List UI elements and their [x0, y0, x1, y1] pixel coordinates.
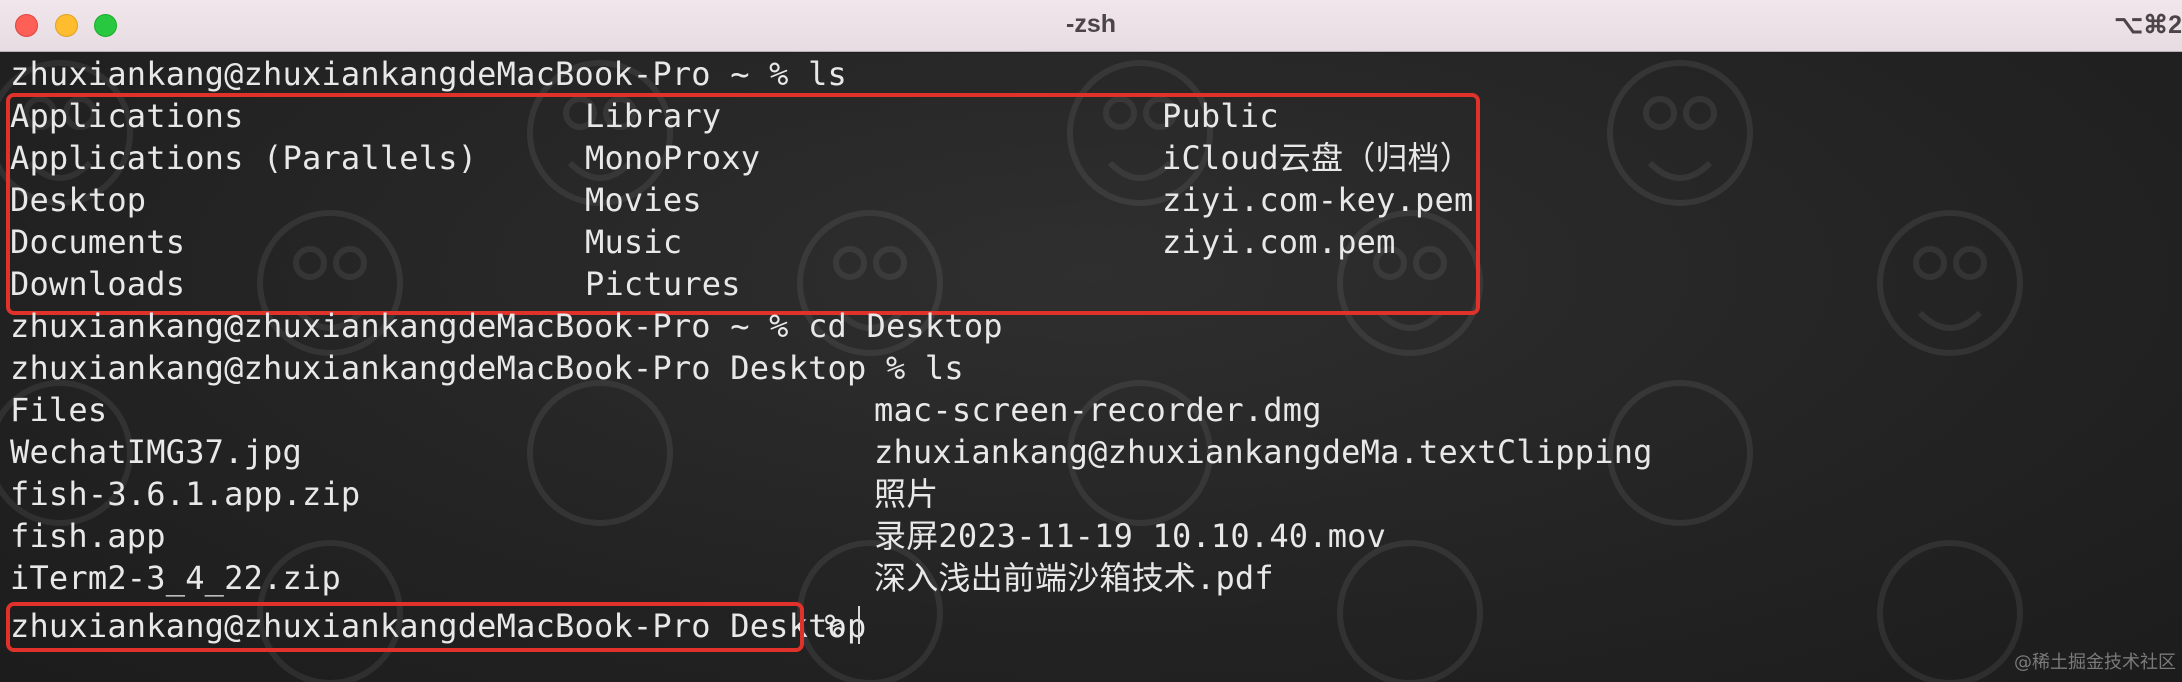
watermark-label: @稀土掘金技术社区 — [2014, 652, 2176, 673]
ls-output-row: iTerm2-3_4_22.zip 深入浅出前端沙箱技术.pdf — [10, 557, 1274, 599]
ls-output-row: Files mac-screen-recorder.dmg — [10, 389, 1322, 431]
window-title: -zsh — [1066, 10, 1116, 38]
text-cursor — [858, 606, 860, 644]
file-entry: fish-3.6.1.app.zip — [10, 475, 361, 513]
file-entry: 照片 — [874, 475, 939, 513]
file-entry: 深入浅出前端沙箱技术.pdf — [874, 559, 1274, 597]
ls-output-row: fish.app 录屏2023-11-19 10.10.40.mov — [10, 515, 1386, 557]
highlight-box-home-listing — [6, 93, 1480, 315]
ls-output-row: fish-3.6.1.app.zip 照片 — [10, 473, 938, 515]
file-entry: zhuxiankang@zhuxiankangdeMa.textClipping — [874, 433, 1653, 471]
file-entry: Files — [10, 391, 108, 429]
highlight-box-current-prompt — [6, 602, 804, 652]
terminal-content[interactable]: zhuxiankang@zhuxiankangdeMacBook-Pro ~ %… — [0, 53, 2182, 682]
terminal-window: -zsh ⌥⌘2 zhuxiankang@zhuxiankangdeMacBoo… — [0, 0, 2182, 682]
ls-output-row: WechatIMG37.jpg zhuxiankang@zhuxiankangd… — [10, 431, 1652, 473]
prompt-symbol: % — [805, 607, 844, 645]
file-entry: WechatIMG37.jpg — [10, 433, 302, 471]
prompt-line-ls-home: zhuxiankang@zhuxiankangdeMacBook-Pro ~ %… — [10, 55, 848, 93]
file-entry: mac-screen-recorder.dmg — [874, 391, 1322, 429]
file-entry: iTerm2-3_4_22.zip — [10, 559, 341, 597]
window-shortcut-label: ⌥⌘2 — [2114, 11, 2182, 39]
file-entry: 录屏2023-11-19 10.10.40.mov — [874, 517, 1387, 555]
file-entry: fish.app — [10, 517, 166, 555]
title-bar: -zsh ⌥⌘2 — [0, 0, 2182, 52]
prompt-line-cd: zhuxiankang@zhuxiankangdeMacBook-Pro ~ %… — [10, 307, 1003, 345]
prompt-line-ls-desktop: zhuxiankang@zhuxiankangdeMacBook-Pro Des… — [10, 349, 964, 387]
